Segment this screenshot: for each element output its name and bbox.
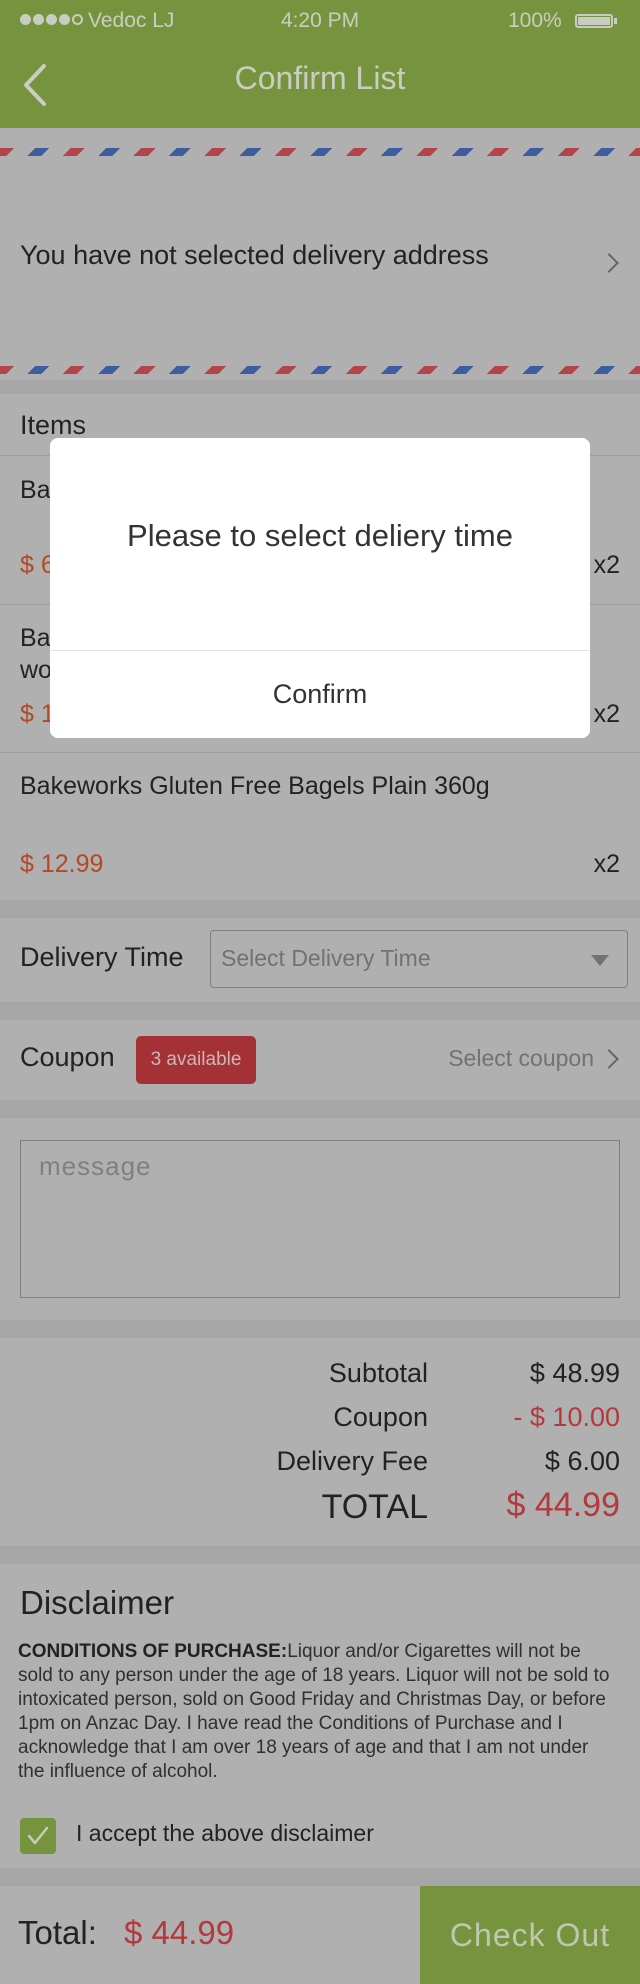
alert-dialog: Please to select deliery time Confirm bbox=[50, 438, 590, 738]
modal-overlay[interactable] bbox=[0, 0, 640, 1984]
dialog-confirm-button[interactable]: Confirm bbox=[50, 651, 590, 738]
dialog-message: Please to select deliery time bbox=[127, 518, 513, 553]
